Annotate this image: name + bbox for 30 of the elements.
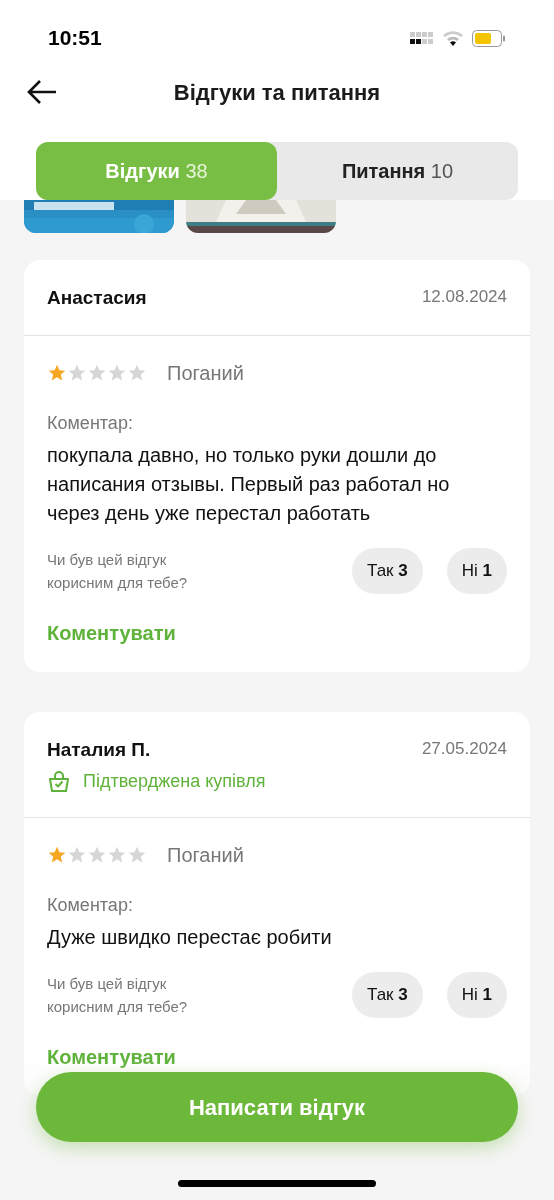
review-date: 27.05.2024: [421, 737, 507, 760]
review-date: 12.08.2024: [421, 286, 507, 308]
comment-label: Коментар:: [47, 894, 134, 917]
star-icon: [107, 845, 127, 865]
yes-button[interactable]: Так 3: [352, 972, 423, 1018]
page-title: Відгуки та питання: [173, 78, 381, 107]
star-icon: [47, 845, 67, 865]
comment-label: Коментар:: [47, 411, 134, 435]
rating-label: Поганий: [167, 360, 244, 386]
comment-text: покупала давно, но только руки дошли до написания отзывы. Первый раз работал но через день уже перестал работать: [47, 442, 451, 526]
tab[interactable]: Питання 10: [277, 142, 518, 200]
helpful-question: Чи був цей відгук корисним для тебе?: [47, 549, 189, 593]
star-icon: [127, 845, 147, 865]
reviewer-name: Наталия П.: [47, 737, 151, 762]
verified-purchase-label: Підтверджена купівля: [83, 770, 266, 793]
helpful-question: Чи був цей відгук корисним для тебе?: [47, 974, 189, 1017]
wifi-icon: [442, 30, 464, 46]
status-time: 10:51: [48, 25, 102, 52]
no-button[interactable]: Ні 1: [446, 547, 507, 594]
star-icon: [67, 845, 87, 865]
yes-button[interactable]: Так 3: [352, 547, 423, 594]
back-arrow-icon: [26, 78, 58, 106]
back-button[interactable]: [26, 78, 58, 106]
reviewer-name: Анастасия: [47, 286, 147, 310]
rating-label: Поганий: [167, 843, 244, 868]
no-button[interactable]: Ні 1: [446, 972, 507, 1018]
battery-icon: [472, 29, 506, 47]
star-icon: [87, 845, 107, 865]
comment-text: Дуже швидко перестає робити: [47, 925, 333, 950]
signal-icon: [410, 32, 434, 44]
